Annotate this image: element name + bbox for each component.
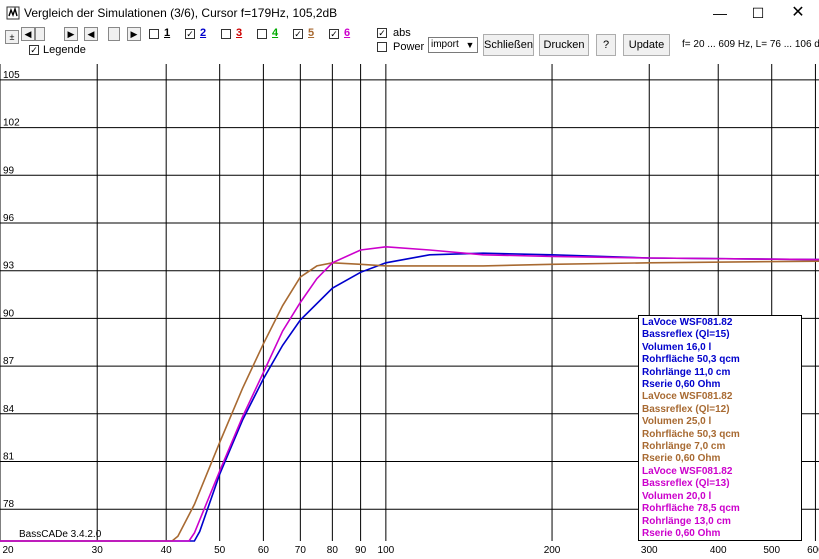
x-tick-label: 90 — [355, 545, 367, 556]
chevron-down-icon: ▼ — [465, 40, 475, 50]
abs-label: abs — [393, 27, 411, 39]
power-label: Power — [393, 41, 425, 53]
y-tick-label: 96 — [3, 213, 15, 224]
y-tick-label: 102 — [3, 118, 20, 129]
slider-left-track[interactable] — [35, 27, 45, 41]
legend-line: Bassreflex (Ql=12) — [642, 403, 730, 415]
curve-5-label: 5 — [308, 27, 315, 39]
legend-line: Rohrlänge 7,0 cm — [642, 441, 726, 453]
triangle-left-icon: ◀ — [24, 29, 32, 39]
help-button[interactable]: ? — [596, 34, 616, 56]
curve-6-checkbox[interactable]: ✓ — [329, 29, 339, 39]
legend-line: Rohrlänge 13,0 cm — [642, 515, 731, 527]
range-info: f= 20 ... 609 Hz, L= 76 ... 106 dB — [682, 39, 819, 50]
checkmark-icon: ✓ — [186, 29, 194, 39]
minimize-button[interactable]: — — [700, 2, 740, 24]
bass-app-icon — [6, 6, 20, 20]
triangle-left-icon: ◀ — [87, 29, 95, 39]
y-tick-label: 78 — [3, 499, 15, 510]
y-tick-label: 84 — [3, 404, 15, 415]
curve-6-label: 6 — [344, 27, 351, 39]
maximize-button[interactable]: ☐ — [738, 2, 778, 24]
select-value: import — [431, 39, 459, 50]
y-tick-label: 105 — [3, 70, 20, 81]
curve-1-checkbox[interactable] — [149, 29, 159, 39]
curve-1-label: 1 — [164, 27, 171, 39]
step-right-button-2[interactable]: ▶ — [127, 27, 141, 41]
checkmark-icon: ✓ — [378, 28, 386, 38]
legend-line: Rohrfläche 78,5 qcm — [642, 503, 740, 515]
x-tick-label: 70 — [295, 545, 307, 556]
x-tick-label: 50 — [214, 545, 226, 556]
x-tick-label: 200 — [544, 545, 561, 556]
legend-line: Rserie 0,60 Ohm — [642, 379, 721, 391]
x-tick-label: 30 — [92, 545, 104, 556]
checkmark-icon: ✓ — [294, 29, 302, 39]
checkmark-icon: ✓ — [330, 29, 338, 39]
app-version: BassCADe 3.4.2.0 — [19, 529, 102, 540]
legend-line: LaVoce WSF081.82 — [642, 317, 733, 328]
x-tick-label: 300 — [641, 545, 658, 556]
checkmark-icon: ✓ — [30, 45, 38, 55]
curve-5-checkbox[interactable]: ✓ — [293, 29, 303, 39]
curve-2-checkbox[interactable]: ✓ — [185, 29, 195, 39]
step-left-button-2[interactable]: ◀ — [84, 27, 98, 41]
legende-checkbox[interactable]: ✓ — [29, 45, 39, 55]
y-tick-label: 90 — [3, 308, 15, 319]
slider-right-track[interactable] — [108, 27, 120, 41]
update-button[interactable]: Update — [623, 34, 670, 56]
x-tick-label: 600 — [807, 545, 819, 556]
x-tick-label: 400 — [710, 545, 727, 556]
legend-line: Rohrlänge 11,0 cm — [642, 366, 731, 378]
close-button[interactable]: Schließen — [483, 34, 534, 56]
x-tick-label: 20 — [2, 545, 14, 556]
legend-line: Bassreflex (Ql=13) — [642, 478, 730, 490]
y-tick-label: 93 — [3, 261, 15, 272]
triangle-right-icon: ▶ — [67, 29, 75, 39]
legende-label: Legende — [43, 44, 86, 56]
print-button[interactable]: Drucken — [539, 34, 589, 56]
legend-line: Volumen 20,0 l — [642, 490, 712, 502]
x-tick-label: 100 — [378, 545, 395, 556]
x-tick-label: 60 — [258, 545, 270, 556]
legend-line: Bassreflex (Ql=15) — [642, 329, 730, 341]
legend-line: LaVoce WSF081.82 — [642, 391, 733, 403]
close-window-button[interactable]: ✕ — [778, 2, 818, 24]
y-tick-label: 87 — [3, 356, 15, 367]
legend-line: Rserie 0,60 Ohm — [642, 527, 721, 539]
legend-line: Rohrfläche 50,3 qcm — [642, 428, 740, 440]
legend-line: Rserie 0,60 Ohm — [642, 453, 721, 465]
x-tick-label: 40 — [161, 545, 173, 556]
curve-2-label: 2 — [200, 27, 207, 39]
step-left-button[interactable]: ◀ — [21, 27, 35, 41]
x-tick-label: 80 — [327, 545, 339, 556]
abs-checkbox[interactable]: ✓ — [377, 28, 387, 38]
x-tick-label: 500 — [763, 545, 780, 556]
power-checkbox[interactable] — [377, 42, 387, 52]
y-tick-label: 99 — [3, 165, 15, 176]
legend: LaVoce WSF081.82 Bassreflex (Ql=15) Volume… — [638, 315, 802, 541]
plus-minus-button[interactable]: ± — [5, 30, 19, 44]
triangle-right-icon: ▶ — [130, 29, 138, 39]
y-tick-label: 81 — [3, 452, 15, 463]
legend-line: Rohrfläche 50,3 qcm — [642, 354, 740, 366]
window-title: Vergleich der Simulationen (3/6), Cursor… — [24, 6, 338, 20]
step-right-button[interactable]: ▶ — [64, 27, 78, 41]
curve-3-label: 3 — [236, 27, 243, 39]
curve-4-checkbox[interactable] — [257, 29, 267, 39]
curve-4-label: 4 — [272, 27, 279, 39]
legend-line: LaVoce WSF081.82 — [642, 465, 733, 477]
import-select[interactable]: import ▼ — [428, 37, 478, 53]
legend-line: Volumen 16,0 l — [642, 341, 712, 353]
legend-line: Volumen 25,0 l — [642, 416, 712, 428]
title-bar: Vergleich der Simulationen (3/6), Cursor… — [0, 0, 819, 26]
curve-3-checkbox[interactable] — [221, 29, 231, 39]
